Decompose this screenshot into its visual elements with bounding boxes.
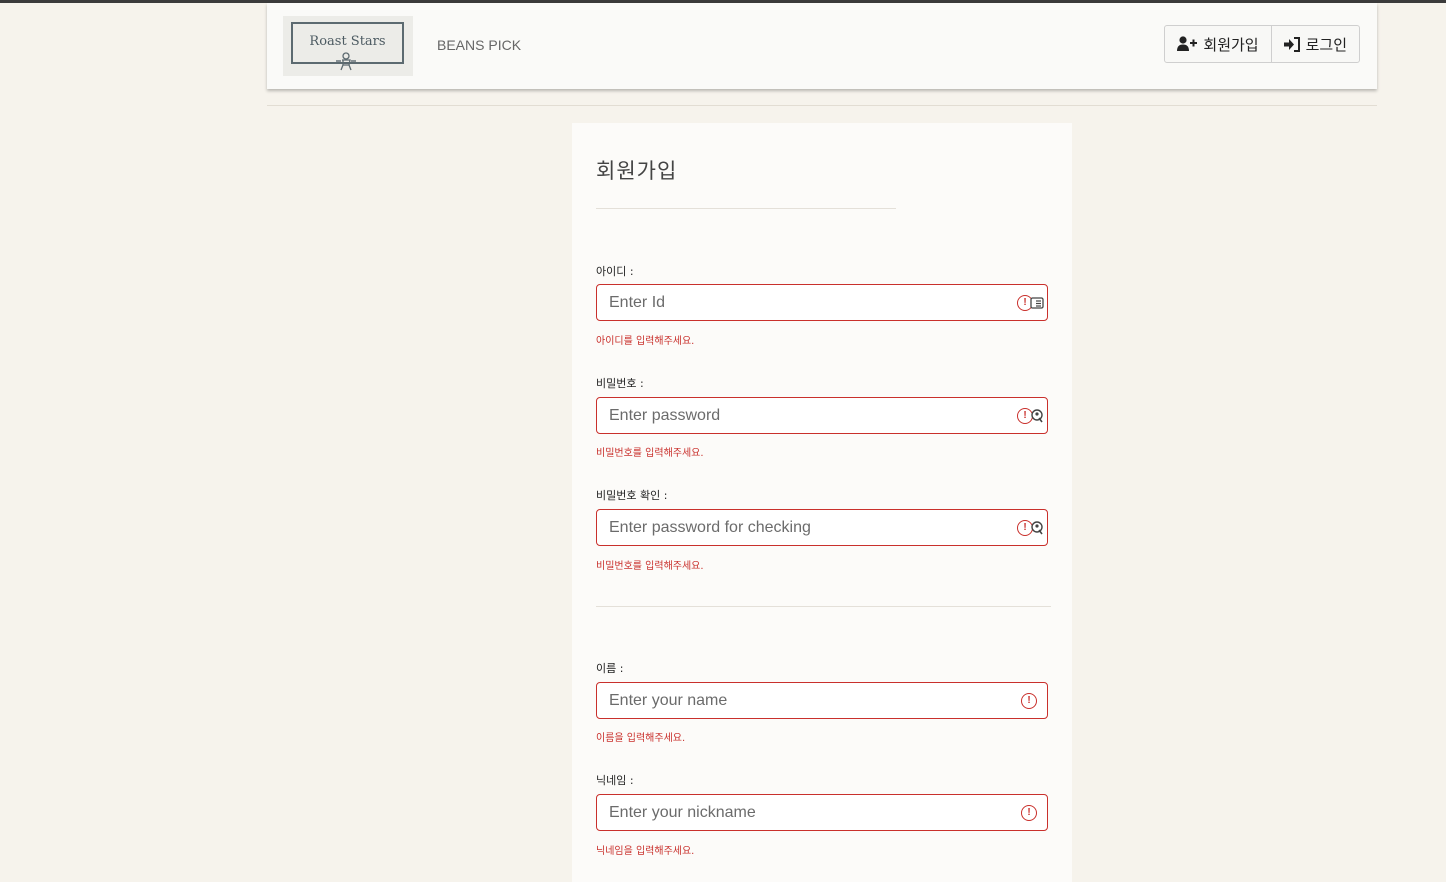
nickname-input[interactable] [597,795,1047,830]
navbar: Roast Stars BEANS PICK 회원가입 로그인 [267,3,1377,89]
id-card-icon[interactable] [1030,296,1044,310]
signup-card: 회원가입 아이디 : ! 아이디를 입력해주세요. 비밀번호 : ! 비밀번호를… [572,123,1072,882]
title-divider [596,208,896,209]
page-title: 회원가입 [596,159,678,183]
signup-button[interactable]: 회원가입 [1165,26,1270,62]
nickname-error: 닉네임을 입력해주세요. [596,846,695,857]
password-field: ! [596,397,1048,434]
exclamation-circle-icon: ! [1021,693,1037,709]
sign-in-icon [1283,36,1300,52]
exclamation-circle-icon: ! [1021,805,1037,821]
password-confirm-label: 비밀번호 확인 : [596,489,668,502]
signup-label: 회원가입 [1203,35,1259,54]
header-divider [267,105,1377,106]
section-divider [596,606,1051,607]
key-icon[interactable] [1030,409,1044,423]
id-input[interactable] [597,285,1047,320]
logo[interactable]: Roast Stars [283,16,413,76]
password-confirm-field: ! [596,509,1048,546]
login-button[interactable]: 로그인 [1270,26,1359,62]
password-input[interactable] [597,398,1047,433]
name-field: ! [596,682,1048,719]
nickname-label: 닉네임 : [596,774,634,787]
password-confirm-error: 비밀번호를 입력해주세요. [596,561,704,572]
user-plus-icon [1177,36,1198,51]
id-error: 아이디를 입력해주세요. [596,336,695,347]
login-label: 로그인 [1305,35,1347,54]
id-label: 아이디 : [596,265,634,278]
logo-text: Roast Stars [309,34,386,49]
brand-name[interactable]: BEANS PICK [437,37,521,53]
nickname-field: ! [596,794,1048,831]
password-error: 비밀번호를 입력해주세요. [596,448,704,459]
name-error: 이름을 입력해주세요. [596,733,686,744]
gingerbread-icon [336,52,356,71]
name-input[interactable] [597,683,1047,718]
id-field: ! [596,284,1048,321]
auth-button-group: 회원가입 로그인 [1164,25,1360,63]
key-icon[interactable] [1030,521,1044,535]
name-label: 이름 : [596,662,624,675]
password-confirm-input[interactable] [597,510,1047,545]
password-label: 비밀번호 : [596,377,644,390]
